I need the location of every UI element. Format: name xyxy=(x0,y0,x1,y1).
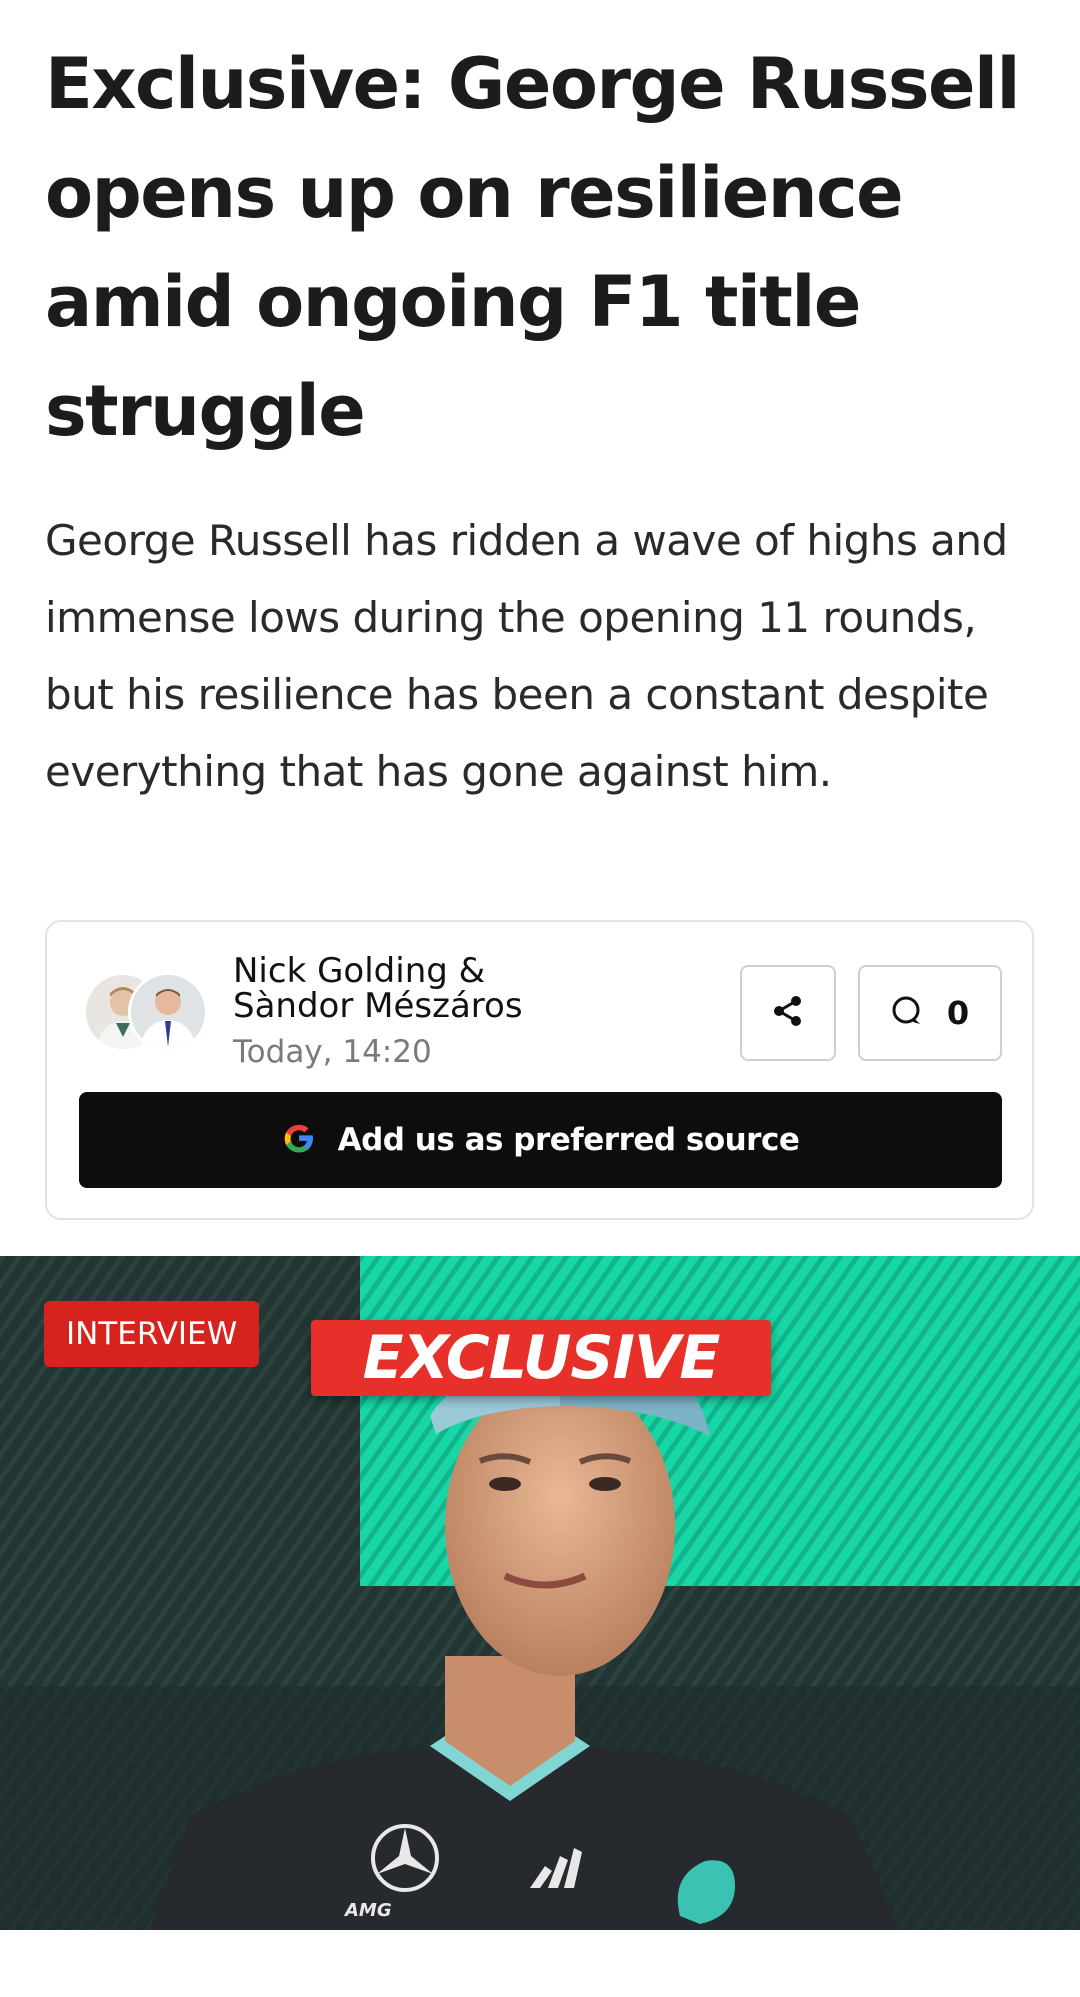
share-button[interactable] xyxy=(740,965,836,1061)
comment-count: 0 xyxy=(946,994,970,1032)
author-avatar-sandor[interactable] xyxy=(128,972,208,1052)
comment-icon xyxy=(891,995,923,1031)
add-preferred-source-button[interactable]: Add us as preferred source xyxy=(79,1092,1002,1188)
hero-image[interactable]: AMG INTERVIEW EXCLUSIVE xyxy=(0,1256,1080,1930)
article-headline: Exclusive: George Russell opens up on re… xyxy=(45,43,1020,452)
add-preferred-source-label: Add us as preferred source xyxy=(337,1122,800,1158)
kit-logo-text: AMG xyxy=(343,1900,392,1921)
exclusive-overlay-label: EXCLUSIVE xyxy=(311,1320,771,1396)
article-standfirst: George Russell has ridden a wave of high… xyxy=(45,516,1008,796)
comments-button[interactable]: 0 xyxy=(858,965,1002,1061)
share-icon xyxy=(771,994,805,1032)
author-name-line-2[interactable]: Sàndor Mészáros xyxy=(233,989,613,1024)
google-g-icon xyxy=(282,1121,316,1159)
category-badge[interactable]: INTERVIEW xyxy=(44,1301,260,1367)
author-name-line-1[interactable]: Nick Golding & xyxy=(233,954,613,989)
author-names[interactable]: Nick Golding & Sàndor Mészáros xyxy=(233,954,613,1024)
byline-card: Nick Golding & Sàndor Mészáros Today, 14… xyxy=(45,920,1034,1220)
publish-timestamp: Today, 14:20 xyxy=(233,1034,432,1070)
